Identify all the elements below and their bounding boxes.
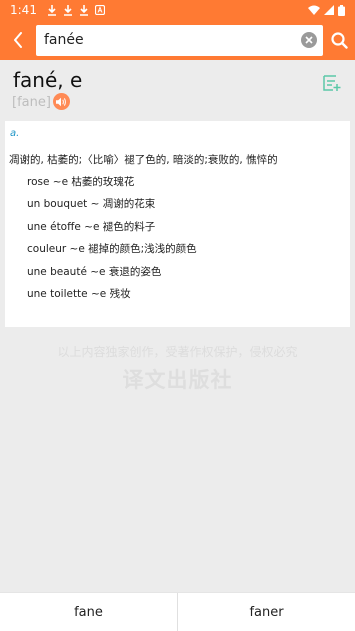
- example-item: rose ~e 枯萎的玫瑰花: [27, 176, 135, 188]
- download-icon: [63, 4, 72, 16]
- copyright-watermark: 以上内容独家创作，受著作权保护，侵权必究: [57, 345, 298, 359]
- phonetic: [fane]: [12, 95, 51, 110]
- speaker-icon: [56, 97, 66, 106]
- definition-text: 凋谢的, 枯萎的;〈比喻〉褪了色的, 暗淡的;衰败的, 憔悴的: [9, 154, 278, 166]
- entry-header: fané, e [fane]: [0, 60, 355, 119]
- example-item: couleur ~e 褪掉的颜色;浅浅的颜色: [27, 243, 197, 255]
- status-time: 1:41: [10, 3, 37, 17]
- add-to-wordbook-button[interactable]: [322, 73, 342, 97]
- previous-word-button[interactable]: fane: [0, 593, 178, 631]
- search-box[interactable]: [36, 24, 323, 56]
- back-arrow-icon: [14, 32, 22, 48]
- headword: fané, e: [13, 68, 83, 92]
- pronounce-button[interactable]: [53, 93, 70, 110]
- example-item: une étoffe ~e 褪色的料子: [27, 221, 156, 233]
- next-word-button[interactable]: faner: [178, 593, 355, 631]
- status-bar: 1:41: [0, 0, 355, 20]
- example-item: un bouquet ~ 凋谢的花束: [27, 198, 156, 210]
- search-icon: [330, 31, 348, 49]
- back-button[interactable]: [0, 20, 36, 60]
- close-icon: [305, 36, 313, 44]
- download-icon: [47, 4, 56, 16]
- app-bar: [0, 20, 355, 60]
- publisher-watermark: 译文出版社: [122, 368, 233, 392]
- download-icon: [79, 4, 88, 16]
- battery-icon: [338, 4, 345, 16]
- bottom-nav: fane faner: [0, 592, 355, 631]
- add-note-icon: [323, 75, 341, 91]
- app-notification-icon: [94, 5, 105, 15]
- clear-button[interactable]: [301, 32, 317, 48]
- search-button[interactable]: [323, 20, 355, 60]
- example-item: une toilette ~e 残妆: [27, 288, 131, 300]
- definition-card: a. 凋谢的, 枯萎的;〈比喻〉褪了色的, 暗淡的;衰败的, 憔悴的 rose …: [5, 121, 350, 327]
- search-input[interactable]: [44, 32, 301, 48]
- part-of-speech: a.: [10, 128, 20, 139]
- example-item: une beauté ~e 衰退的姿色: [27, 266, 162, 278]
- signal-icon: [324, 5, 334, 15]
- wifi-icon: [308, 5, 320, 15]
